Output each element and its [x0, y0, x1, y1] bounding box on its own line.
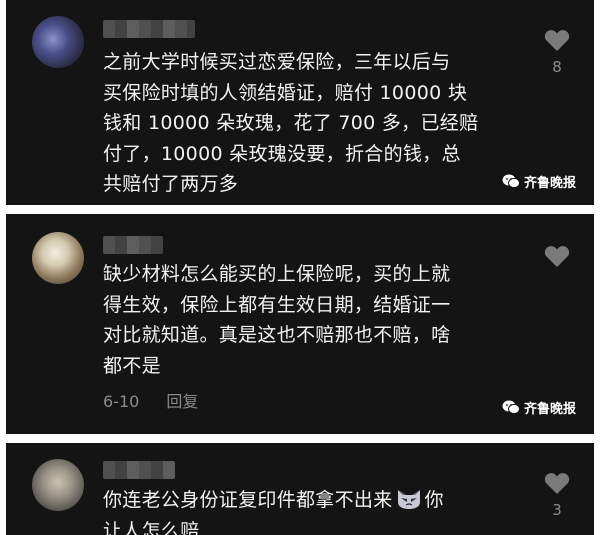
like-count: 8: [552, 58, 562, 76]
comment-text: 你连老公身份证复印件都拿不出来 你 让人怎么赔: [103, 485, 543, 535]
comment-card: 之前大学时候买过恋爱保险，三年以后与 买保险时填的人领结婚证，赔付 10000 …: [6, 0, 594, 205]
like-button[interactable]: 3: [542, 471, 572, 519]
comment-meta: 6-10 回复: [103, 388, 220, 412]
comment-card: 缺少材料怎么能买的上保险呢，买的上就 得生效，保险上都有生效日期，结婚证一 对比…: [6, 214, 594, 434]
watermark-text: 齐鲁晚报: [523, 176, 576, 191]
heart-icon: [544, 30, 570, 51]
cat-emoji-icon: [397, 490, 420, 509]
heart-icon: [544, 473, 570, 494]
avatar[interactable]: [32, 459, 84, 511]
username-blurred[interactable]: [103, 461, 175, 479]
like-count: 3: [552, 501, 562, 519]
avatar[interactable]: [32, 232, 84, 284]
wechat-icon: [502, 174, 520, 189]
comment-card: 你连老公身份证复印件都拿不出来 你 让人怎么赔 3: [6, 443, 594, 535]
avatar[interactable]: [32, 16, 84, 68]
watermark-text: 齐鲁晚报: [523, 402, 576, 417]
comment-text: 缺少材料怎么能买的上保险呢，买的上就 得生效，保险上都有生效日期，结婚证一 对比…: [103, 263, 451, 377]
watermark: 齐鲁晚报: [502, 398, 576, 417]
reply-button[interactable]: 回复: [166, 392, 198, 411]
comment-date: 6-10: [103, 392, 140, 411]
watermark: 齐鲁晚报: [502, 172, 576, 191]
like-button[interactable]: [542, 244, 572, 268]
username-blurred[interactable]: [103, 20, 195, 38]
wechat-icon: [502, 400, 520, 415]
comment-text-part: 你连老公身份证复印件都拿不出来: [103, 489, 393, 511]
username-blurred[interactable]: [103, 236, 163, 254]
comment-text: 之前大学时候买过恋爱保险，三年以后与 买保险时填的人领结婚证，赔付 10000 …: [103, 51, 479, 195]
like-button[interactable]: 8: [542, 28, 572, 76]
heart-icon: [544, 246, 570, 267]
